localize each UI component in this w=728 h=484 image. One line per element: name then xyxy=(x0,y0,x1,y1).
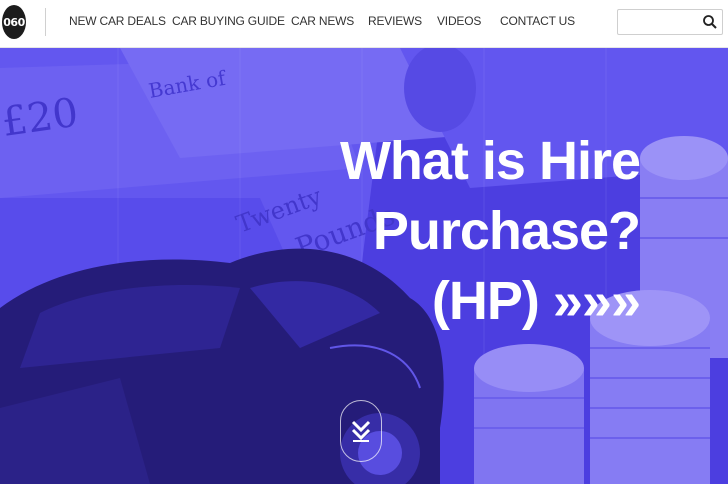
nav-item-videos[interactable]: VIDEOS xyxy=(437,14,481,28)
hero-banner: £20 Twenty Pounds Bank of What is Hire P… xyxy=(0,48,728,484)
nav-item-contact-us[interactable]: CONTACT US xyxy=(500,14,575,28)
nav-item-reviews[interactable]: REVIEWS xyxy=(368,14,422,28)
search-input[interactable] xyxy=(622,13,702,31)
site-logo[interactable]: 060 xyxy=(2,5,26,39)
scroll-down-button[interactable] xyxy=(340,400,382,462)
search-box xyxy=(617,9,723,35)
nav-divider xyxy=(45,8,46,36)
headline-line-2: Purchase? xyxy=(372,201,641,261)
nav-item-new-car-deals[interactable]: NEW CAR DEALS xyxy=(69,14,166,28)
nav-item-car-news[interactable]: CAR NEWS xyxy=(291,14,354,28)
search-icon[interactable] xyxy=(702,14,718,30)
headline-line-3: (HP) »»» xyxy=(431,271,641,331)
nav-item-car-buying-guide[interactable]: CAR BUYING GUIDE xyxy=(172,14,285,28)
headline-line-1: What is Hire xyxy=(339,131,641,191)
top-navbar: 060 NEW CAR DEALS CAR BUYING GUIDE CAR N… xyxy=(0,0,728,48)
logo-text: 060 xyxy=(3,15,25,29)
chevron-double-down-icon xyxy=(351,420,371,442)
hero-headline[interactable]: What is Hire Purchase? (HP) »»» xyxy=(300,126,641,336)
